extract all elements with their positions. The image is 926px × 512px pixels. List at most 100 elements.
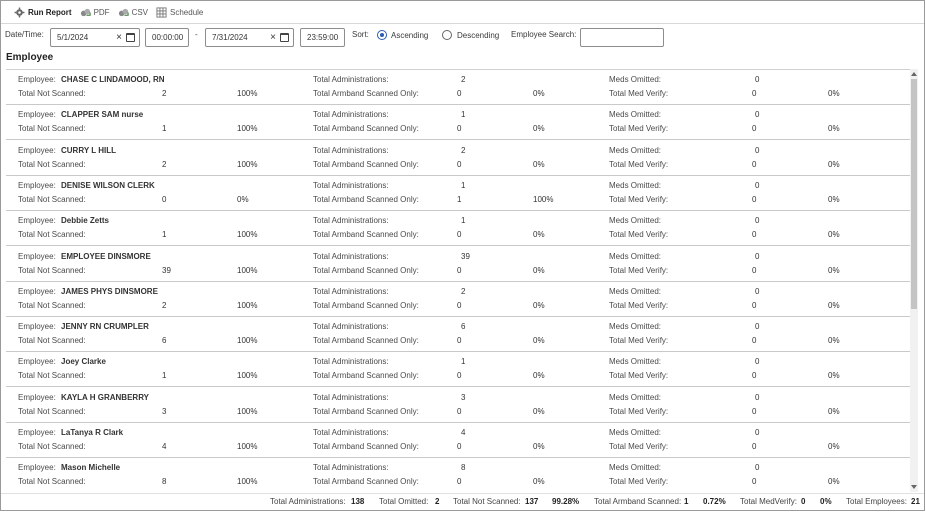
sort-ascending-label[interactable]: Ascending <box>391 31 428 40</box>
total-not-scanned-pct: 100% <box>237 300 258 310</box>
scroll-thumb[interactable] <box>911 79 917 309</box>
total-med-verify-pct: 0% <box>828 300 840 310</box>
table-row[interactable]: Employee: Joey Clarke Total Not Scanned: 1 1… <box>6 352 910 388</box>
total-not-scanned-pct: 100% <box>237 230 258 240</box>
employee-name: KAYLA H GRANBERRY <box>61 392 150 402</box>
armband-scanned-only-value: 0 <box>457 230 462 240</box>
meds-omitted-value: 0 <box>755 75 760 84</box>
armband-scanned-only-label: Total Armband Scanned Only: <box>313 442 419 451</box>
run-report-button[interactable]: Run Report <box>14 7 72 18</box>
table-row[interactable]: Employee: Mason Michelle Total Not Scanned… <box>6 458 910 492</box>
armband-scanned-only-value: 1 <box>457 194 462 204</box>
total-med-verify-pct: 0% <box>828 477 840 487</box>
calendar-icon[interactable] <box>126 33 135 42</box>
start-date-input[interactable]: 5/1/2024 × <box>50 28 140 47</box>
csv-label: CSV <box>131 7 149 17</box>
armband-scanned-only-pct: 0% <box>533 300 545 310</box>
start-time-value: 00:00:00 <box>152 33 184 42</box>
total-not-scanned-label: Total Not Scanned: <box>18 194 86 204</box>
table-row[interactable]: Employee: CURRY L HILL Total Not Scanned: 2… <box>6 141 910 176</box>
total-administrations-value: 2 <box>461 286 466 296</box>
total-not-scanned-value: 2 <box>162 300 167 310</box>
armband-scanned-only-pct: 0% <box>533 371 545 381</box>
total-med-verify-label: Total Med Verify: <box>609 336 669 346</box>
total-administrations-value: 138 <box>351 497 365 506</box>
total-not-scanned-value: 1 <box>162 124 167 134</box>
total-not-scanned-value: 6 <box>162 336 167 346</box>
total-armband-label: Total Armband Scanned: <box>594 497 682 506</box>
employee-name: LaTanya R Clark <box>61 428 124 437</box>
start-time-input[interactable]: 00:00:00 <box>145 28 189 47</box>
vertical-scrollbar[interactable] <box>910 69 918 492</box>
employee-list[interactable]: Employee: CHASE C LINDAMOOD, RN Total Not … <box>6 69 918 492</box>
pdf-export-button[interactable]: PDF <box>80 7 110 18</box>
datetime-label: Date/Time: <box>5 30 44 39</box>
employee-label: Employee: <box>18 322 56 332</box>
table-row[interactable]: Employee: CHASE C LINDAMOOD, RN Total Not … <box>6 70 910 105</box>
armband-scanned-only-pct: 0% <box>533 265 545 275</box>
end-time-input[interactable]: 23:59:00 <box>300 28 345 47</box>
meds-omitted-label: Meds Omitted: <box>609 75 662 84</box>
employee-label: Employee: <box>18 357 56 367</box>
calendar-icon[interactable] <box>280 33 289 42</box>
meds-omitted-value: 0 <box>755 392 760 402</box>
total-not-scanned-value: 1 <box>162 230 167 240</box>
armband-scanned-only-value: 0 <box>457 406 462 416</box>
armband-scanned-only-pct: 0% <box>533 406 545 416</box>
total-employees-label: Total Employees: <box>846 497 907 506</box>
table-row[interactable]: Employee: DENISE WILSON CLERK Total Not Sc… <box>6 176 910 211</box>
total-administrations-label: Total Administrations: <box>313 110 389 120</box>
total-med-verify-value: 0 <box>752 442 757 451</box>
total-med-verify-pct: 0% <box>828 230 840 240</box>
armband-scanned-only-value: 0 <box>457 265 462 275</box>
employee-name: EMPLOYEE DINSMORE <box>61 251 151 261</box>
table-row[interactable]: Employee: JENNY RN CRUMPLER Total Not Scan… <box>6 317 910 353</box>
armband-scanned-only-label: Total Armband Scanned Only: <box>313 194 419 204</box>
table-row[interactable]: Employee: JAMES PHYS DINSMORE Total Not Sc… <box>6 282 910 317</box>
total-not-scanned-label: Total Not Scanned: <box>18 89 86 98</box>
total-not-scanned-value: 39 <box>162 265 171 275</box>
total-administrations-label: Total Administrations: <box>313 286 389 296</box>
total-administrations-value: 8 <box>461 463 466 473</box>
total-med-verify-label: Total Med Verify: <box>609 371 669 381</box>
armband-scanned-only-value: 0 <box>457 336 462 346</box>
schedule-button[interactable]: Schedule <box>156 6 203 18</box>
scroll-up-icon[interactable] <box>911 72 917 76</box>
total-not-scanned-pct: 100% <box>237 442 258 451</box>
csv-export-button[interactable]: CSV <box>118 7 148 18</box>
total-med-verify-value: 0 <box>752 89 757 98</box>
table-row[interactable]: Employee: EMPLOYEE DINSMORE Total Not Scan… <box>6 247 910 282</box>
total-not-scanned-label: Total Not Scanned: <box>18 124 86 134</box>
total-med-verify-pct: 0% <box>828 124 840 134</box>
armband-scanned-only-label: Total Armband Scanned Only: <box>313 124 419 134</box>
table-row[interactable]: Employee: LaTanya R Clark Total Not Scanne… <box>6 423 910 458</box>
clear-icon[interactable]: × <box>116 32 122 44</box>
table-row[interactable]: Employee: KAYLA H GRANBERRY Total Not Scan… <box>6 388 910 423</box>
total-administrations-value: 1 <box>461 357 466 367</box>
run-report-label: Run Report <box>28 7 72 17</box>
sort-descending-label[interactable]: Descending <box>457 31 499 40</box>
employee-search-input[interactable] <box>580 28 664 47</box>
table-row[interactable]: Employee: CLAPPER SAM nurse Total Not Scan… <box>6 105 910 141</box>
scroll-down-icon[interactable] <box>911 485 917 489</box>
total-not-scanned-pct: 100% <box>237 477 258 487</box>
total-med-verify-label: Total Med Verify: <box>609 124 669 134</box>
table-row[interactable]: Employee: Debbie Zetts Total Not Scanned: 1… <box>6 211 910 247</box>
total-administrations-value: 1 <box>461 216 466 226</box>
footer-divider <box>1 493 924 494</box>
total-med-verify-value: 0 <box>752 336 757 346</box>
total-not-scanned-label: Total Not Scanned: <box>18 477 86 487</box>
sort-ascending-radio[interactable] <box>377 30 387 40</box>
end-date-input[interactable]: 7/31/2024 × <box>205 28 294 47</box>
total-med-verify-pct: 0% <box>828 336 840 346</box>
armband-scanned-only-pct: 0% <box>533 336 545 346</box>
sort-descending-radio[interactable] <box>442 30 452 40</box>
total-med-verify-pct: 0% <box>828 194 840 204</box>
clear-icon[interactable]: × <box>270 32 276 44</box>
meds-omitted-label: Meds Omitted: <box>609 463 662 473</box>
meds-omitted-label: Meds Omitted: <box>609 145 662 155</box>
meds-omitted-label: Meds Omitted: <box>609 286 662 296</box>
total-not-scanned-label: Total Not Scanned: <box>453 497 521 506</box>
total-not-scanned-label: Total Not Scanned: <box>18 230 86 240</box>
total-not-scanned-value: 8 <box>162 477 167 487</box>
